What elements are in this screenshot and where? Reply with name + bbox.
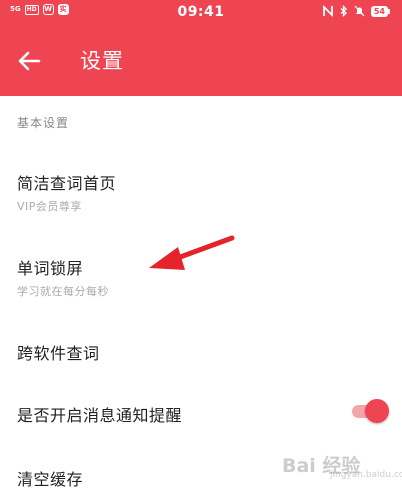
battery-level: 54	[370, 5, 388, 17]
notification-toggle[interactable]	[352, 399, 389, 423]
setting-item-notification[interactable]: 是否开启消息通知提醒	[17, 402, 182, 426]
toggle-knob	[365, 399, 389, 423]
baidu-watermark-domain: jingyan.baidu.com	[330, 470, 402, 480]
status-bar: 5G HD W 实 09:41 54	[0, 0, 402, 26]
section-header-basic: 基本设置	[17, 116, 70, 130]
status-right-icons: 54	[322, 5, 390, 17]
setting-item-simple-home[interactable]: 简洁查词首页	[17, 170, 116, 194]
battery-tip	[388, 8, 390, 14]
setting-item-word-lockscreen[interactable]: 单词锁屏	[17, 255, 83, 279]
bluetooth-icon	[340, 5, 347, 17]
nfc-icon	[322, 5, 333, 17]
battery-indicator: 54	[370, 5, 390, 17]
app-bar: 设置	[0, 26, 402, 96]
setting-item-word-lockscreen-subtitle: 学习就在每分每秒	[17, 285, 109, 298]
setting-item-clear-cache[interactable]: 清空缓存	[17, 466, 83, 490]
arrow-left-icon[interactable]	[16, 48, 42, 74]
page-title: 设置	[80, 49, 124, 73]
setting-item-simple-home-subtitle: VIP会员尊享	[17, 200, 82, 213]
silent-bell-icon	[354, 5, 365, 17]
setting-item-cross-app-lookup[interactable]: 跨软件查词	[17, 340, 100, 364]
